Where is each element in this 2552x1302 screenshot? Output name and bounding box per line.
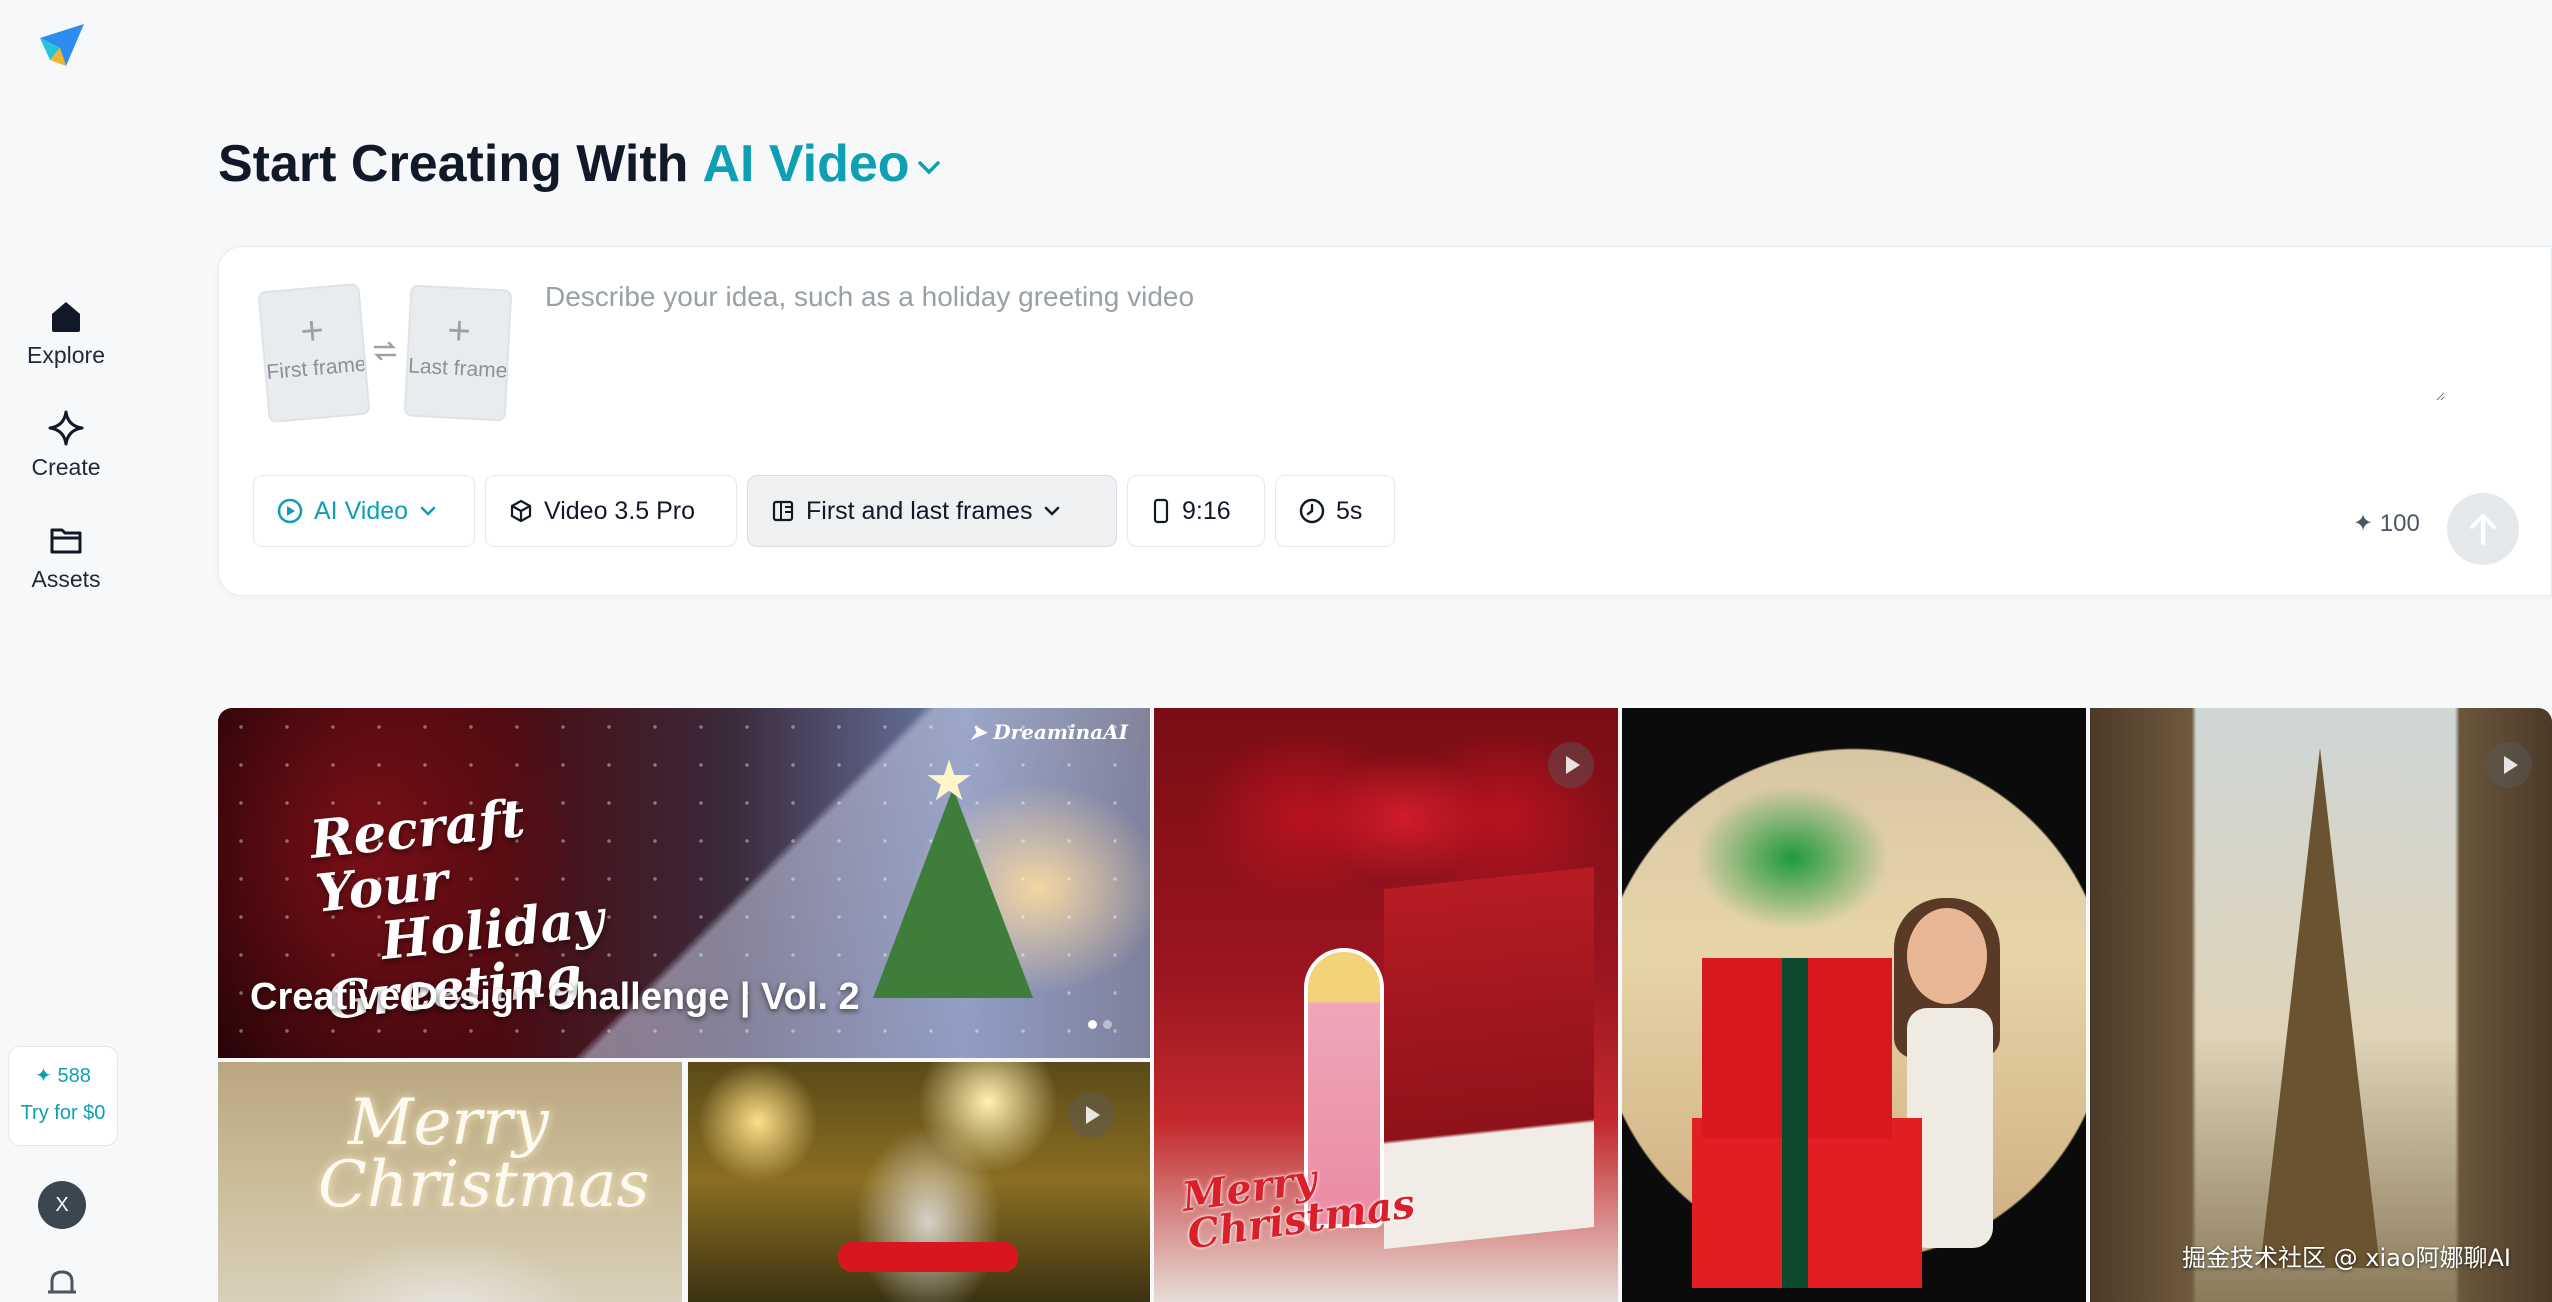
generate-button[interactable]: [2447, 493, 2519, 565]
brand-watermark: ➤ DreaminaAI: [969, 720, 1128, 744]
bell-icon[interactable]: [43, 1266, 81, 1302]
play-icon[interactable]: [1548, 742, 1594, 788]
popup-card-shape: [1384, 866, 1594, 1250]
video-icon: [277, 498, 303, 524]
gallery-card-popup-card[interactable]: Merry Christmas: [1154, 708, 1618, 1302]
merry-script-text: Merry Christmas: [318, 1086, 650, 1222]
chevron-down-icon: [420, 506, 436, 516]
prompt-card: + First frame + Last frame AI Video Vide…: [218, 246, 2552, 596]
first-frame-upload[interactable]: + First frame: [257, 282, 371, 424]
credit-cost: ✦ 100: [2353, 510, 2420, 537]
credits-count: ✦ 588: [35, 1065, 91, 1087]
frames-mode-label: First and last frames: [806, 496, 1033, 525]
nav-explore[interactable]: Explore: [0, 296, 132, 369]
prompt-input[interactable]: [545, 281, 2445, 401]
credits-box[interactable]: ✦ 588 Try for $0: [8, 1046, 118, 1146]
cube-icon: [510, 499, 532, 523]
nav-explore-label: Explore: [27, 342, 105, 368]
folder-icon: [50, 528, 82, 554]
clock-icon: [1299, 498, 1325, 524]
model-label: Video 3.5 Pro: [544, 496, 696, 525]
chevron-down-icon[interactable]: [914, 152, 944, 182]
swap-icon[interactable]: [371, 337, 399, 365]
sparkle-icon: [48, 410, 84, 446]
site-watermark: 掘金技术社区 @ xiao阿娜聊AI: [2182, 1244, 2512, 1272]
face-shape: [1907, 908, 1987, 1004]
aspect-ratio-label: 9:16: [1182, 496, 1231, 525]
model-selector[interactable]: Video 3.5 Pro: [485, 475, 737, 547]
duration-selector[interactable]: 5s: [1275, 475, 1395, 547]
card-script-text: Merry Christmas: [1179, 1155, 1418, 1259]
title-prefix: Start Creating With: [218, 135, 689, 193]
last-frame-label: Last frame: [407, 354, 507, 383]
arrow-up-icon: [2470, 514, 2496, 545]
home-icon: [52, 302, 80, 332]
frames-mode-dropdown[interactable]: First and last frames: [747, 475, 1117, 547]
nav-assets-label: Assets: [31, 566, 101, 592]
mode-dropdown-label: AI Video: [314, 496, 409, 525]
play-icon[interactable]: [1068, 1092, 1114, 1138]
frames-icon: [772, 500, 794, 522]
play-icon[interactable]: [2486, 742, 2532, 788]
nav-create[interactable]: Create: [0, 408, 132, 481]
avatar[interactable]: X: [38, 1181, 86, 1229]
nav-create-label: Create: [31, 454, 101, 480]
mode-selector[interactable]: AI Video: [702, 135, 909, 193]
gallery-card-paris[interactable]: 掘金技术社区 @ xiao阿娜聊AI: [2090, 708, 2552, 1302]
first-frame-label: First frame: [265, 352, 366, 385]
carousel-dots[interactable]: [1088, 1016, 1118, 1034]
tree-shape: [873, 788, 1033, 998]
challenge-banner[interactable]: ★ Recraft Your Holiday Greeting ➤ Dreami…: [218, 708, 1150, 1058]
logo-icon[interactable]: [36, 20, 88, 72]
gallery-card-gift-bag[interactable]: [688, 1062, 1150, 1302]
duration-label: 5s: [1336, 496, 1363, 525]
star-icon: ★: [924, 749, 975, 812]
aspect-ratio-selector[interactable]: 9:16: [1127, 475, 1265, 547]
banner-title: Creative Design Challenge | Vol. 2: [250, 976, 860, 1018]
last-frame-upload[interactable]: + Last frame: [403, 284, 513, 422]
gallery-card-gift[interactable]: [1622, 708, 2086, 1302]
ribbon-shape: [1782, 958, 1808, 1288]
try-free-link[interactable]: Try for $0: [9, 1102, 117, 1125]
chevron-down-icon: [1045, 506, 1060, 516]
plus-icon: +: [446, 308, 472, 354]
plus-icon: +: [298, 308, 326, 355]
gallery-card-merry-christmas[interactable]: Merry Christmas: [218, 1062, 682, 1302]
sidebar: Explore Create Assets ✦ 588 Try for $0 X: [0, 0, 140, 1302]
nav-assets[interactable]: Assets: [0, 520, 132, 593]
ribbon-shape: [838, 1242, 1018, 1272]
mode-dropdown[interactable]: AI Video: [253, 475, 475, 547]
tower-shape: [2260, 748, 2380, 1268]
phone-portrait-icon: [1153, 498, 1169, 524]
page-title: Start Creating With AI Video: [218, 134, 944, 194]
